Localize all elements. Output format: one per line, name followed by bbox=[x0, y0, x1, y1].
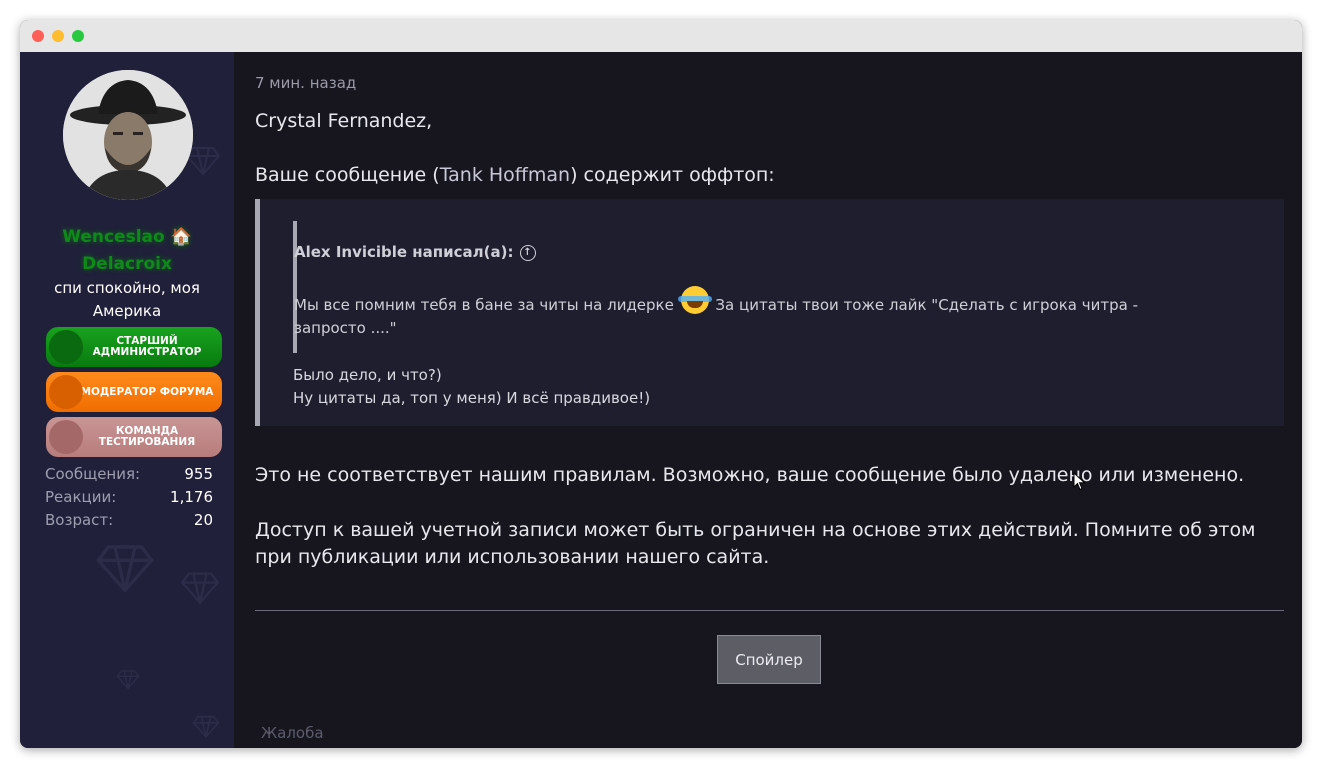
divider bbox=[255, 610, 1284, 611]
access-warning-text: Доступ к вашей учетной записи может быть… bbox=[255, 519, 1256, 568]
user-sidebar: Wenceslao 🏠 Delacroix спи спокойно, моя … bbox=[20, 52, 234, 748]
quoted-author-link[interactable]: Tank Hoffman bbox=[440, 164, 570, 186]
post-content: 7 мин. назад Crystal Fernandez, Ваше соо… bbox=[234, 52, 1302, 748]
banner-label: КОМАНДА ТЕСТИРОВАНИЯ bbox=[98, 425, 196, 448]
stat-label: Сообщения: bbox=[45, 465, 141, 483]
gem-icon bbox=[49, 330, 83, 364]
reply-line: Было дело, и что?) bbox=[293, 366, 442, 384]
stat-value[interactable]: 955 bbox=[184, 463, 213, 486]
stat-label: Возраст: bbox=[45, 511, 114, 529]
gem-decoration-icon bbox=[96, 545, 154, 593]
stat-label: Реакции: bbox=[45, 488, 117, 506]
quoted-message: Alex Invicible написал(а): ↑ Мы все помни… bbox=[255, 199, 1284, 426]
stat-value: 20 bbox=[193, 511, 213, 529]
maximize-window-button[interactable] bbox=[72, 30, 84, 42]
report-link[interactable]: Жалоба bbox=[261, 724, 324, 742]
title-bar bbox=[20, 20, 1302, 52]
gem-icon bbox=[49, 375, 83, 409]
avatar-portrait-icon bbox=[63, 70, 193, 200]
gem-icon bbox=[49, 420, 83, 454]
stat-messages: Сообщения: 955 bbox=[45, 463, 213, 486]
user-title: спи спокойно, моя Америка bbox=[54, 279, 200, 320]
banner-testing-team: КОМАНДА ТЕСТИРОВАНИЯ bbox=[46, 417, 222, 457]
intro-before: Ваше сообщение ( bbox=[255, 164, 440, 186]
spoiler-button[interactable]: Спойлер bbox=[717, 635, 821, 684]
banner-senior-admin: СТАРШИЙ АДМИНИСТРАТОР bbox=[46, 327, 222, 367]
banner-label: МОДЕРАТОР ФОРУМА bbox=[80, 385, 214, 398]
reply-line: Ну цитаты да, топ у меня) И всё правдиво… bbox=[293, 389, 651, 407]
stat-value: 1,176 bbox=[170, 488, 213, 506]
gem-decoration-icon bbox=[116, 670, 140, 690]
username[interactable]: Wenceslao 🏠 Delacroix bbox=[20, 224, 234, 278]
nested-quote-text-before: Мы все помним тебя в бане за читы на лид… bbox=[294, 296, 674, 314]
nested-quote-author[interactable]: Alex Invicible написал(а): ↑ bbox=[294, 243, 536, 261]
minimize-window-button[interactable] bbox=[52, 30, 64, 42]
avatar[interactable] bbox=[63, 70, 193, 200]
gem-decoration-icon bbox=[192, 715, 220, 739]
user-stats: Сообщения: 955 Реакции: 1,176 Возраст: 2… bbox=[45, 463, 213, 532]
greeting-text: Crystal Fernandez, bbox=[255, 110, 433, 132]
mouse-cursor-icon bbox=[1073, 472, 1086, 491]
laughing-emoji-icon bbox=[677, 286, 712, 314]
gem-decoration-icon bbox=[180, 572, 220, 605]
intro-text: Ваше сообщение (Tank Hoffman) содержит о… bbox=[255, 164, 775, 186]
banner-forum-moderator: МОДЕРАТОР ФОРУМА bbox=[46, 372, 222, 412]
intro-after: ) содержит оффтоп: bbox=[570, 164, 775, 186]
stat-age: Возраст: 20 bbox=[45, 509, 213, 532]
banner-label: СТАРШИЙ АДМИНИСТРАТОР bbox=[92, 335, 202, 358]
browser-window: Wenceslao 🏠 Delacroix спи спокойно, моя … bbox=[20, 20, 1302, 748]
stat-reactions: Реакции: 1,176 bbox=[45, 486, 213, 509]
nested-quote-author-label: Alex Invicible написал(а): bbox=[294, 243, 514, 261]
quoted-reply-text: Было дело, и что?) Ну цитаты да, топ у м… bbox=[293, 364, 650, 410]
nested-quote-text: Мы все помним тебя в бане за читы на лид… bbox=[294, 286, 1154, 340]
post-timestamp[interactable]: 7 мин. назад bbox=[255, 74, 356, 92]
arrow-up-circle-icon[interactable]: ↑ bbox=[519, 244, 536, 261]
rule-violation-text: Это не соответствует нашим правилам. Воз… bbox=[255, 464, 1245, 486]
close-window-button[interactable] bbox=[32, 30, 44, 42]
